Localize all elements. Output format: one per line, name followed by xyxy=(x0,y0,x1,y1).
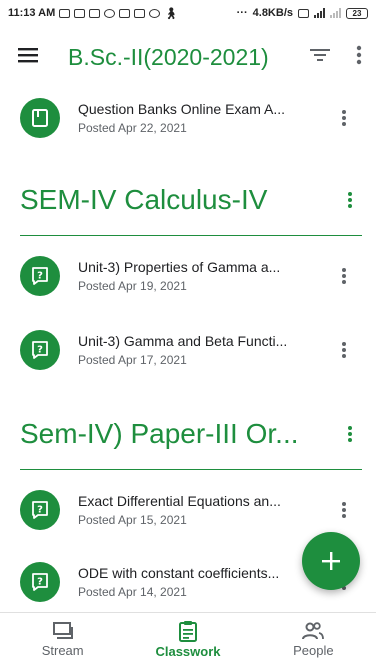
svg-text:?: ? xyxy=(37,505,43,516)
volte-icon xyxy=(298,8,309,18)
create-fab-button[interactable] xyxy=(302,532,360,590)
classwork-item[interactable]: ? Exact Differential Equations an... Pos… xyxy=(0,480,376,540)
item-title: Unit-3) Properties of Gamma a... xyxy=(78,259,281,275)
topic-divider xyxy=(20,468,362,470)
whatsapp-icon xyxy=(104,8,116,18)
item-text: Question Banks Online Exam A... Posted A… xyxy=(78,101,322,135)
status-more: ··· xyxy=(236,7,248,19)
item-text: Exact Differential Equations an... Poste… xyxy=(78,493,322,527)
status-bar: 11:13 AM 🚶︎ ··· 4.8KB/s 23 xyxy=(0,0,376,26)
nav-label: Classwork xyxy=(155,644,221,659)
classwork-item[interactable]: ? Unit-3) Properties of Gamma a... Poste… xyxy=(0,246,376,306)
battery-icon: 23 xyxy=(346,7,368,19)
network-speed: 4.8KB/s xyxy=(252,7,293,19)
item-title: Question Banks Online Exam A... xyxy=(78,101,285,117)
topic-title: Sem-IV) Paper-III Or... xyxy=(20,418,299,449)
material-icon xyxy=(20,98,60,138)
person-icon: 🚶︎ xyxy=(164,7,179,20)
topic-title: SEM-IV Calculus-IV xyxy=(20,184,268,215)
menu-icon[interactable] xyxy=(18,47,38,68)
item-date: Posted Apr 15, 2021 xyxy=(78,513,187,527)
stream-icon xyxy=(52,622,73,639)
app-bar: B.Sc.-II(2020-2021) xyxy=(0,26,376,88)
item-date: Posted Apr 22, 2021 xyxy=(78,121,187,135)
item-title: ODE with constant coefficients... xyxy=(78,565,280,581)
item-date: Posted Apr 19, 2021 xyxy=(78,279,187,293)
bottom-nav: Stream Classwork People xyxy=(0,612,376,666)
topic-header: Sem-IV) Paper-III Or... xyxy=(0,398,376,470)
item-title: Unit-3) Gamma and Beta Functi... xyxy=(78,333,288,349)
nav-people[interactable]: People xyxy=(251,613,376,666)
filter-icon[interactable] xyxy=(310,48,330,67)
item-date: Posted Apr 17, 2021 xyxy=(78,353,187,367)
nav-classwork[interactable]: Classwork xyxy=(125,613,250,666)
signal-icon xyxy=(314,8,325,18)
status-left: 11:13 AM 🚶︎ xyxy=(8,7,178,20)
more-vert-icon[interactable] xyxy=(356,45,362,70)
classwork-icon xyxy=(178,621,197,642)
add-icon xyxy=(322,552,340,570)
message-icon xyxy=(59,8,71,18)
svg-text:?: ? xyxy=(37,345,43,356)
more-vert-icon[interactable] xyxy=(332,498,356,522)
nav-label: People xyxy=(293,643,334,658)
message-icon xyxy=(74,8,86,18)
more-vert-icon[interactable] xyxy=(338,188,362,212)
item-text: Unit-3) Properties of Gamma a... Posted … xyxy=(78,259,322,293)
signal-icon xyxy=(330,8,341,18)
classwork-item[interactable]: ? Unit-3) Gamma and Beta Functi... Poste… xyxy=(0,320,376,380)
item-text: Unit-3) Gamma and Beta Functi... Posted … xyxy=(78,333,322,367)
calendar-icon xyxy=(119,8,131,18)
class-title: B.Sc.-II(2020-2021) xyxy=(68,43,269,70)
nav-stream[interactable]: Stream xyxy=(0,613,125,666)
app-actions xyxy=(310,45,362,70)
item-text: ODE with constant coefficients... Posted… xyxy=(78,565,322,599)
gmail-icon xyxy=(134,8,146,18)
chrome-icon xyxy=(149,8,161,18)
more-vert-icon[interactable] xyxy=(332,106,356,130)
question-icon: ? xyxy=(20,490,60,530)
people-icon xyxy=(302,622,325,640)
item-date: Posted Apr 14, 2021 xyxy=(78,585,187,599)
more-vert-icon[interactable] xyxy=(332,338,356,362)
question-icon: ? xyxy=(20,562,60,602)
status-time: 11:13 AM xyxy=(8,7,56,19)
gallery-icon xyxy=(89,8,101,18)
classwork-item[interactable]: Question Banks Online Exam A... Posted A… xyxy=(0,88,376,148)
question-icon: ? xyxy=(20,330,60,370)
svg-text:?: ? xyxy=(37,577,43,588)
nav-label: Stream xyxy=(41,643,84,658)
status-right: ··· 4.8KB/s 23 xyxy=(237,7,368,19)
more-vert-icon[interactable] xyxy=(338,422,362,446)
more-vert-icon[interactable] xyxy=(332,264,356,288)
topic-divider xyxy=(20,234,362,236)
question-icon: ? xyxy=(20,256,60,296)
item-title: Exact Differential Equations an... xyxy=(78,493,281,509)
topic-header: SEM-IV Calculus-IV xyxy=(0,164,376,236)
svg-text:?: ? xyxy=(37,271,43,282)
